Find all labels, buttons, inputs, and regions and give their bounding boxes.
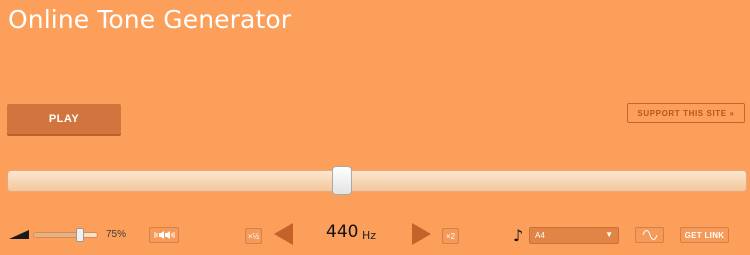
frequency-value[interactable]: 440 [326,222,358,242]
play-button[interactable]: PLAY [7,104,121,134]
balance-button[interactable] [149,227,179,243]
frequency-slider-thumb[interactable] [332,166,352,195]
frequency-slider-track[interactable] [7,170,747,192]
double-frequency-button[interactable]: ×2 [442,228,459,244]
page-title: Online Tone Generator [8,5,292,34]
volume-value: 75% [106,229,127,240]
volume-slider-thumb[interactable] [76,228,84,242]
volume-triangle-icon [9,230,29,239]
volume-slider-track[interactable] [33,232,98,238]
halve-frequency-button[interactable]: ×½ [245,228,262,244]
get-link-button[interactable]: GET LINK [680,227,729,243]
chevron-down-icon: ▼ [605,230,613,239]
triangle-right-icon[interactable] [412,223,431,245]
frequency-unit: Hz [362,229,377,242]
note-select-value: A4 [535,231,545,240]
note-select[interactable]: A4 ▼ [529,227,619,244]
support-site-button[interactable]: SUPPORT THIS SITE » [627,103,745,123]
triangle-left-icon[interactable] [274,223,293,245]
stereo-balance-icon [154,231,175,239]
sine-wave-icon [642,230,657,240]
volume-slider-fill [34,233,82,237]
music-note-icon: ♪ [513,226,524,245]
waveform-button[interactable] [635,227,664,243]
